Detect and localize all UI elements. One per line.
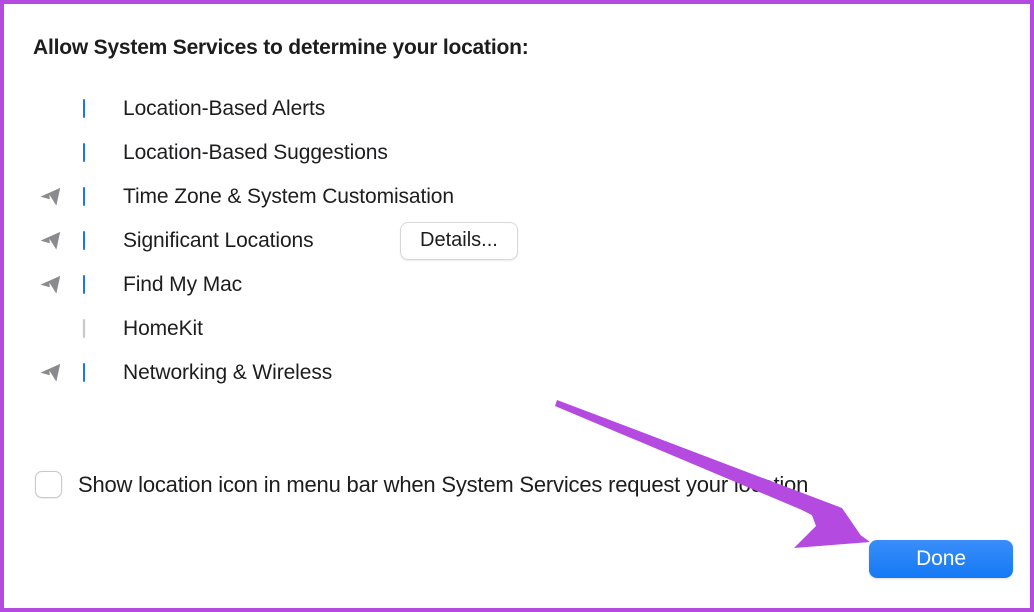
- done-button[interactable]: Done: [869, 540, 1013, 578]
- screenshot-root: Allow System Services to determine your …: [0, 0, 1034, 612]
- service-row[interactable]: Location-Based Suggestions: [4, 131, 1030, 175]
- service-checkbox-slot: [83, 231, 85, 250]
- service-checkbox[interactable]: [83, 319, 85, 338]
- service-checkbox-slot: [83, 363, 85, 382]
- location-arrow-slot: [33, 272, 67, 298]
- system-services-location-panel: Allow System Services to determine your …: [4, 4, 1030, 608]
- service-label: HomeKit: [123, 317, 203, 340]
- location-arrow-icon: [40, 231, 60, 250]
- service-row[interactable]: Location-Based Alerts: [4, 87, 1030, 131]
- details-button[interactable]: Details...: [400, 222, 518, 260]
- service-checkbox[interactable]: [83, 275, 85, 294]
- service-label: Find My Mac: [123, 273, 243, 296]
- service-checkbox[interactable]: [83, 99, 85, 118]
- service-checkbox-slot: [83, 275, 85, 294]
- service-row[interactable]: Time Zone & System Customisation: [4, 175, 1030, 219]
- service-checkbox[interactable]: [83, 187, 85, 206]
- location-arrow-slot: [33, 228, 67, 254]
- service-label: Significant Locations: [123, 229, 314, 252]
- location-arrow-slot: [33, 184, 67, 210]
- service-checkbox[interactable]: [83, 231, 85, 250]
- service-label: Networking & Wireless: [123, 361, 333, 384]
- service-label: Location-Based Suggestions: [123, 141, 388, 164]
- page-title: Allow System Services to determine your …: [33, 36, 529, 59]
- location-arrow-icon: [40, 187, 60, 206]
- service-row[interactable]: HomeKit: [4, 307, 1030, 351]
- show-location-icon-checkbox[interactable]: [35, 471, 62, 498]
- location-arrow-slot: [33, 316, 67, 342]
- show-location-icon-option[interactable]: Show location icon in menu bar when Syst…: [35, 471, 808, 498]
- service-checkbox-slot: [83, 99, 85, 118]
- location-arrow-icon: [40, 275, 60, 294]
- details-button-slot: Details...: [400, 222, 518, 260]
- service-label: Location-Based Alerts: [123, 97, 326, 120]
- service-row[interactable]: Find My Mac: [4, 263, 1030, 307]
- service-row[interactable]: Significant Locations Details...: [4, 219, 1030, 263]
- service-checkbox[interactable]: [83, 363, 85, 382]
- location-arrow-icon: [40, 363, 60, 382]
- service-label: Time Zone & System Customisation: [123, 185, 454, 208]
- service-checkbox-slot: [83, 319, 85, 338]
- location-arrow-slot: [33, 140, 67, 166]
- service-checkbox-slot: [83, 187, 85, 206]
- location-arrow-slot: [33, 360, 67, 386]
- location-arrow-slot: [33, 96, 67, 122]
- service-checkbox-slot: [83, 143, 85, 162]
- service-row[interactable]: Networking & Wireless: [4, 351, 1030, 395]
- service-checkbox[interactable]: [83, 143, 85, 162]
- show-location-icon-label: Show location icon in menu bar when Syst…: [78, 471, 809, 497]
- service-list: Location-Based Alerts Location-Based Sugg…: [4, 87, 1030, 395]
